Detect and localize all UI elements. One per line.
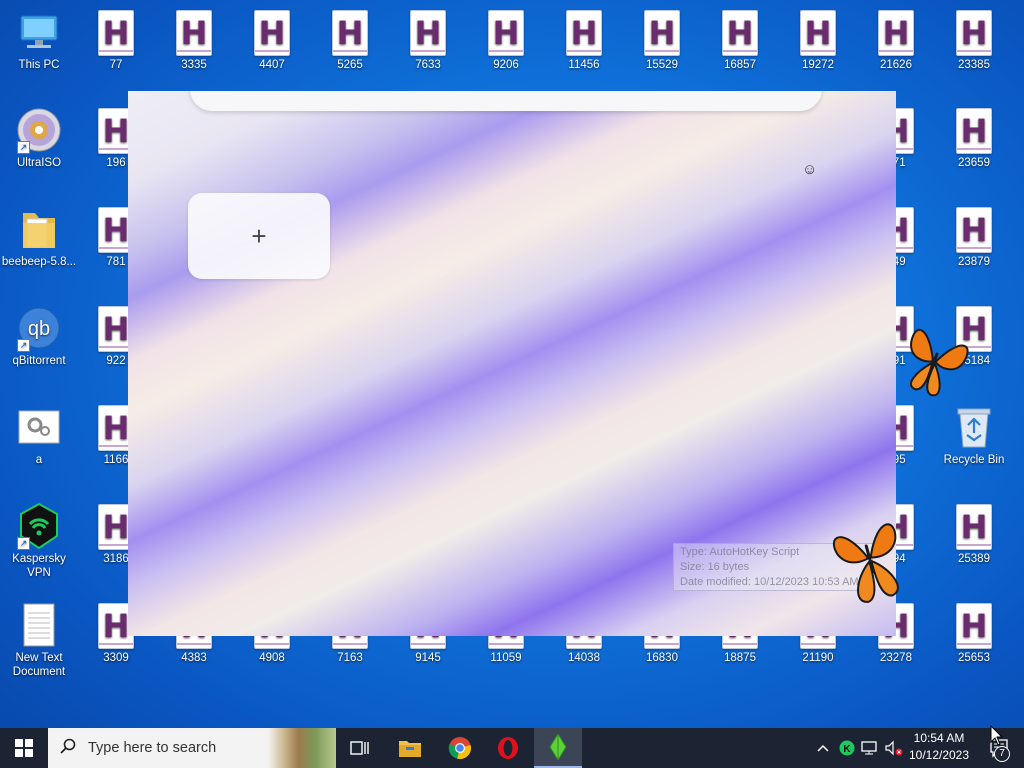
ahk-file-icon <box>956 504 992 550</box>
volume-muted-icon <box>885 740 903 756</box>
ahk-file-icon-item[interactable]: 23385 <box>936 8 1012 72</box>
plus-icon: + <box>251 220 267 251</box>
ahk-file-icon-item[interactable]: 25389 <box>936 502 1012 566</box>
search-highlight-image <box>268 728 336 768</box>
qbittorrent-icon: qb ↗ <box>17 304 61 352</box>
shortcut-arrow-icon: ↗ <box>17 339 30 352</box>
folder-icon <box>17 205 61 253</box>
ahk-file-icon-item[interactable]: 19272 <box>780 8 856 72</box>
task-view-icon <box>350 741 369 755</box>
overlay-window[interactable]: + ☺ Type: AutoHotKey Script Size: 16 byt… <box>128 91 896 636</box>
ahk-file-icon-item[interactable]: 21626 <box>858 8 934 72</box>
ultraiso-icon: ↗ <box>17 106 61 154</box>
ahk-file-icon-item[interactable]: 77 <box>78 8 154 72</box>
butterfly-icon <box>910 328 969 397</box>
desktop-icon-this-pc[interactable]: This PC <box>1 8 77 72</box>
sims-button[interactable] <box>534 728 582 768</box>
windows-logo-icon <box>15 739 33 757</box>
search-icon <box>48 738 88 759</box>
ahk-file-icon <box>956 207 992 253</box>
ahk-file-icon-item[interactable]: 7633 <box>390 8 466 72</box>
ahk-file-icon <box>176 10 212 56</box>
ahk-file-icon <box>98 10 134 56</box>
mouse-cursor <box>990 725 1004 746</box>
text-document-icon <box>17 601 61 649</box>
ahk-file-icon-item[interactable]: 15529 <box>624 8 700 72</box>
ahk-file-icon <box>956 108 992 154</box>
desktop-icon-beebeep[interactable]: beebeep-5.8... <box>1 205 77 269</box>
ahk-file-icon <box>254 10 290 56</box>
network-icon <box>861 741 877 755</box>
opera-button[interactable] <box>484 728 532 768</box>
desktop-icon-kaspersky-vpn[interactable]: ↗ Kaspersky VPN <box>1 502 77 580</box>
ahk-file-icon <box>566 10 602 56</box>
add-button[interactable]: + <box>188 193 330 279</box>
smiley-icon[interactable]: ☺ <box>802 161 817 178</box>
ahk-file-icon <box>878 10 914 56</box>
clock-time: 10:54 AM <box>913 731 965 745</box>
ahk-file-icon-item[interactable]: 5265 <box>312 8 388 72</box>
ahk-file-icon-item[interactable]: 23879 <box>936 205 1012 269</box>
desktop-icon-new-text-document[interactable]: New Text Document <box>1 601 77 679</box>
ahk-file-icon-item[interactable]: 9206 <box>468 8 544 72</box>
overlay-top-bar[interactable] <box>190 91 822 111</box>
shortcut-arrow-icon: ↗ <box>17 141 30 154</box>
ahk-file-icon-item[interactable]: 16857 <box>702 8 778 72</box>
desktop-icon-qbittorrent[interactable]: qb ↗ qBittorrent <box>1 304 77 368</box>
network-button[interactable] <box>858 728 882 768</box>
kaspersky-tray-button[interactable]: K <box>836 728 858 768</box>
svg-text:K: K <box>843 744 851 755</box>
start-button[interactable] <box>0 728 48 768</box>
ahk-file-icon <box>488 10 524 56</box>
ahk-file-icon-item[interactable]: 25653 <box>936 601 1012 665</box>
ahk-file-icon <box>800 10 836 56</box>
volume-button[interactable] <box>882 728 906 768</box>
clock-date: 10/12/2023 <box>908 748 970 762</box>
settings-file-icon <box>17 403 61 451</box>
shortcut-arrow-icon: ↗ <box>17 537 30 550</box>
chevron-up-icon <box>817 744 829 752</box>
task-view-button[interactable] <box>336 728 384 768</box>
ahk-file-icon <box>722 10 758 56</box>
search-input[interactable]: Type here to search <box>48 728 336 768</box>
recycle-bin-icon <box>952 403 996 451</box>
ahk-file-icon-item[interactable]: 23659 <box>936 106 1012 170</box>
desktop-icon-recycle-bin[interactable]: Recycle Bin <box>936 403 1012 467</box>
ahk-file-icon-item[interactable]: 4407 <box>234 8 310 72</box>
chrome-icon <box>448 737 471 759</box>
ahk-file-icon <box>956 603 992 649</box>
opera-icon <box>498 737 518 759</box>
file-explorer-icon <box>399 741 421 757</box>
kaspersky-vpn-icon: ↗ <box>17 502 61 550</box>
ahk-file-icon-item[interactable]: 3335 <box>156 8 232 72</box>
ahk-file-icon <box>410 10 446 56</box>
search-placeholder: Type here to search <box>88 740 217 756</box>
file-explorer-button[interactable] <box>386 728 434 768</box>
desktop-icon-ultraiso[interactable]: ↗ UltraISO <box>1 106 77 170</box>
taskbar: Type here to search K 10:54 AM 10/12/202… <box>0 728 1024 768</box>
svg-text:qb: qb <box>28 318 50 340</box>
ahk-file-icon <box>956 10 992 56</box>
this-pc-icon <box>17 8 61 56</box>
butterfly-icon <box>832 523 899 603</box>
notification-badge: 7 <box>994 746 1010 762</box>
kaspersky-icon: K <box>839 740 855 756</box>
desktop: This PC ↗ UltraISO beebeep-5.8... qb ↗ q… <box>0 0 1024 728</box>
show-hidden-icons-button[interactable] <box>810 728 836 768</box>
ahk-file-icon <box>332 10 368 56</box>
sims-icon <box>549 734 567 760</box>
clock[interactable]: 10:54 AM 10/12/2023 <box>904 730 974 764</box>
desktop-icon-a[interactable]: a <box>1 403 77 467</box>
ahk-file-icon <box>644 10 680 56</box>
chrome-button[interactable] <box>436 728 484 768</box>
ahk-file-icon-item[interactable]: 11456 <box>546 8 622 72</box>
